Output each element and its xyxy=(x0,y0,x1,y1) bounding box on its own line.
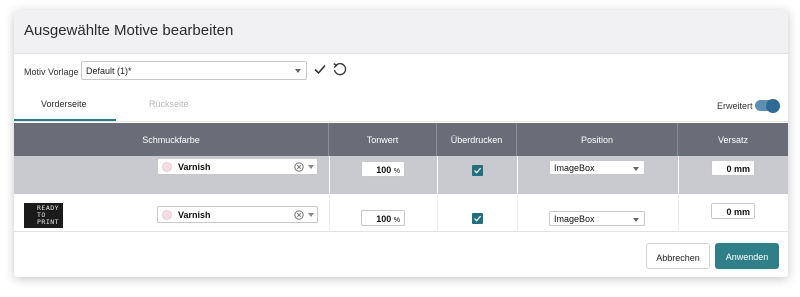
chevron-down-icon xyxy=(633,218,639,222)
color-swatch xyxy=(162,162,172,172)
column-header-tone-value: Tonwert xyxy=(329,123,437,156)
column-header-position: Position xyxy=(517,123,678,156)
toggle-knob xyxy=(766,98,780,113)
tabs-divider xyxy=(14,121,788,122)
thumbnail-text: READY TO PRINT xyxy=(37,204,60,226)
template-label: Motiv Vorlage xyxy=(24,67,79,77)
motif-thumbnail: READY TO PRINT xyxy=(24,203,63,228)
clear-icon[interactable] xyxy=(294,162,304,172)
apply-button[interactable]: Anwenden xyxy=(715,243,779,269)
edit-motifs-dialog: Ausgewählte Motive bearbeiten Motiv Vorl… xyxy=(14,10,788,277)
column-divider xyxy=(678,156,679,194)
chevron-down-icon xyxy=(308,213,314,217)
tone-value: 100 xyxy=(376,214,392,224)
column-divider xyxy=(329,156,330,194)
dialog-title: Ausgewählte Motive bearbeiten xyxy=(24,22,234,39)
position-select[interactable]: ImageBox xyxy=(549,211,645,226)
chevron-down-icon xyxy=(295,69,301,73)
check-icon[interactable] xyxy=(313,62,327,76)
advanced-toggle[interactable] xyxy=(755,98,780,113)
tone-value: 100 xyxy=(376,165,392,175)
offset-value: 0 mm xyxy=(726,164,750,174)
spot-color-name: Varnish xyxy=(178,162,211,172)
column-divider xyxy=(678,194,679,232)
column-divider xyxy=(437,194,438,232)
offset-value: 0 mm xyxy=(726,207,750,217)
template-select[interactable]: Default (1)* xyxy=(81,61,307,80)
template-value: Default (1)* xyxy=(86,66,132,76)
reset-icon[interactable] xyxy=(332,61,348,77)
tone-value-input[interactable]: 100 % xyxy=(361,161,405,177)
spot-color-select[interactable]: Varnish xyxy=(157,158,318,175)
column-divider xyxy=(437,156,438,194)
column-header-offset: Versatz xyxy=(717,135,748,145)
tab-front-side[interactable]: Vorderseite xyxy=(41,99,87,109)
overprint-checkbox[interactable] xyxy=(472,213,483,224)
tone-unit: % xyxy=(393,217,400,224)
column-header-overprint: Überdrucken xyxy=(437,123,517,156)
table-row[interactable]: READY TO PRINT Varnish 100 % ImageBox 0 mm xyxy=(14,194,788,232)
chevron-down-icon xyxy=(308,165,314,169)
position-value: ImageBox xyxy=(554,214,595,224)
tab-back-side[interactable]: Rückseite xyxy=(149,99,189,109)
position-value: ImageBox xyxy=(554,163,595,173)
tone-value-input[interactable]: 100 % xyxy=(361,210,405,226)
column-header-spot-color: Schmuckfarbe xyxy=(14,123,329,156)
check-icon xyxy=(474,167,482,174)
tone-unit: % xyxy=(393,168,400,175)
column-divider xyxy=(517,156,518,194)
offset-input[interactable]: 0 mm xyxy=(711,160,755,176)
overprint-checkbox[interactable] xyxy=(472,165,483,176)
spot-color-select[interactable]: Varnish xyxy=(157,206,318,223)
cancel-button[interactable]: Abbrechen xyxy=(646,243,710,269)
table-header: Schmuckfarbe Tonwert Überdrucken Positio… xyxy=(14,123,788,156)
offset-input[interactable]: 0 mm xyxy=(711,203,755,219)
spot-color-name: Varnish xyxy=(178,210,211,220)
color-swatch xyxy=(162,210,172,220)
table-row[interactable]: Varnish 100 % ImageBox 0 mm xyxy=(14,156,788,194)
column-divider xyxy=(329,194,330,232)
chevron-down-icon xyxy=(633,167,639,171)
clear-icon[interactable] xyxy=(294,210,304,220)
check-icon xyxy=(474,215,482,222)
column-divider xyxy=(517,194,518,232)
advanced-label: Erweitert xyxy=(717,101,753,111)
position-select[interactable]: ImageBox xyxy=(549,160,645,175)
